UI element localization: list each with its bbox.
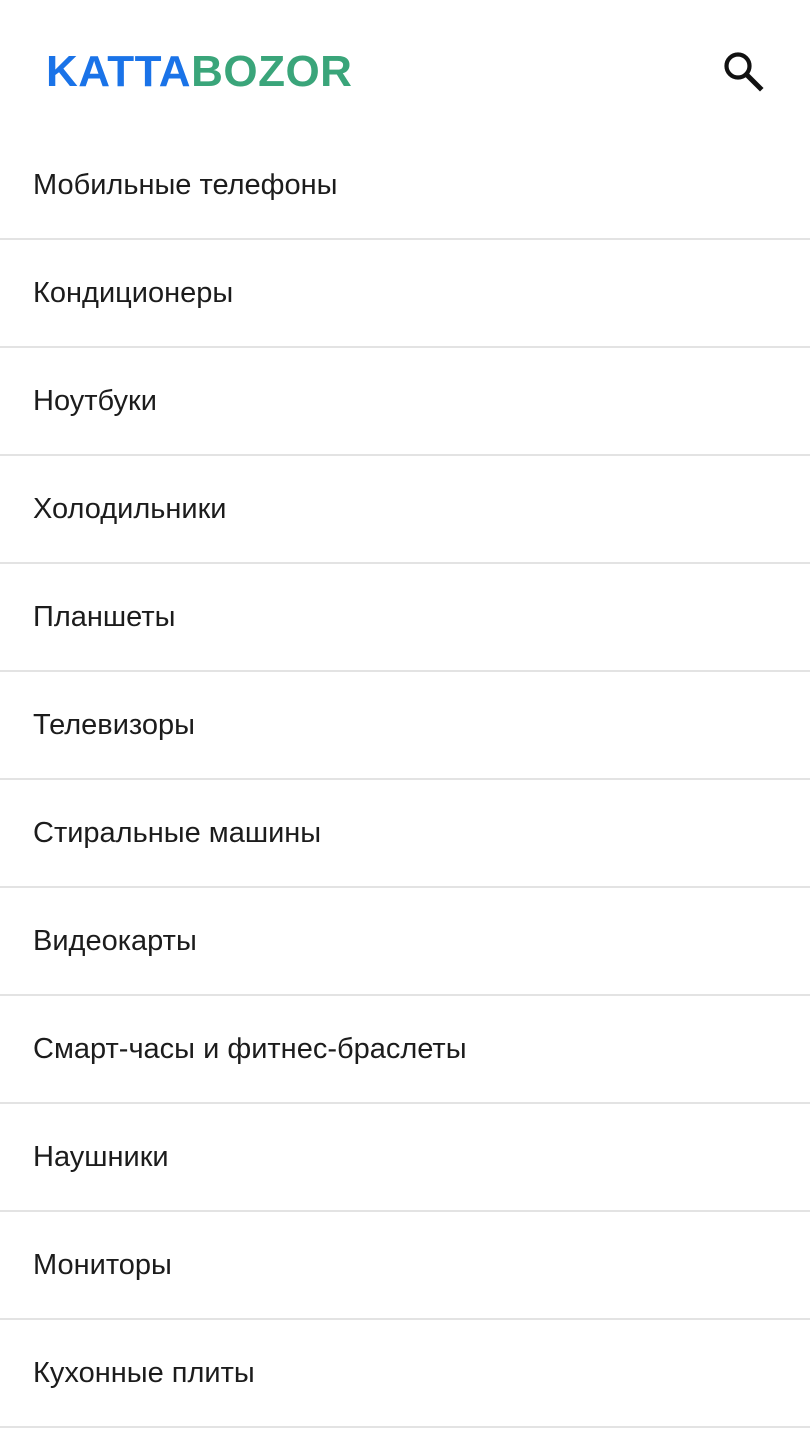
category-label: Стиральные машины <box>33 816 322 849</box>
category-item-tablets[interactable]: Планшеты <box>0 564 810 672</box>
logo-text-katta: KATTA <box>46 47 192 96</box>
category-item-air-conditioners[interactable]: Кондиционеры <box>0 240 810 348</box>
category-label: Планшеты <box>33 600 176 633</box>
category-item-mobile-phones[interactable]: Мобильные телефоны <box>0 132 810 240</box>
logo-text-bozor: BOZOR <box>191 47 353 96</box>
category-item-graphics-cards[interactable]: Видеокарты <box>0 888 810 996</box>
app-header: KATTABOZOR <box>0 0 810 132</box>
category-item-stoves[interactable]: Кухонные плиты <box>0 1320 810 1428</box>
category-item-headphones[interactable]: Наушники <box>0 1104 810 1212</box>
category-label: Ноутбуки <box>33 384 157 417</box>
category-item-smartwatches[interactable]: Смарт-часы и фитнес-браслеты <box>0 996 810 1104</box>
category-label: Кухонные плиты <box>33 1356 255 1389</box>
category-label: Видеокарты <box>33 924 197 957</box>
category-item-washing-machines[interactable]: Стиральные машины <box>0 780 810 888</box>
app-screen: KATTABOZOR Мобильные телефоны Кондиционе… <box>0 0 810 1440</box>
category-item-laptops[interactable]: Ноутбуки <box>0 348 810 456</box>
category-item-monitors[interactable]: Мониторы <box>0 1212 810 1320</box>
app-logo[interactable]: KATTABOZOR <box>46 46 352 98</box>
category-label: Наушники <box>33 1140 169 1173</box>
search-button[interactable] <box>716 44 770 98</box>
category-label: Мониторы <box>33 1248 172 1281</box>
category-label: Телевизоры <box>33 708 195 741</box>
category-list: Мобильные телефоны Кондиционеры Ноутбуки… <box>0 132 810 1428</box>
category-label: Холодильники <box>33 492 227 525</box>
category-label: Мобильные телефоны <box>33 168 338 201</box>
category-label: Смарт-часы и фитнес-браслеты <box>33 1032 467 1065</box>
category-item-refrigerators[interactable]: Холодильники <box>0 456 810 564</box>
category-item-tvs[interactable]: Телевизоры <box>0 672 810 780</box>
search-icon <box>724 52 764 92</box>
category-label: Кондиционеры <box>33 276 234 309</box>
